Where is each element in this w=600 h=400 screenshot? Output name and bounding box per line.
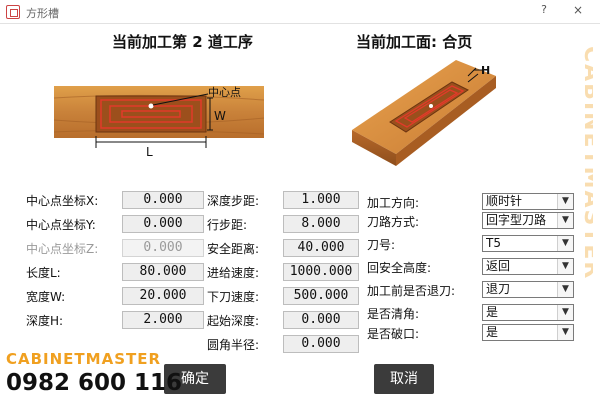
safe-distance-input[interactable]: 40.000	[283, 239, 359, 257]
title-bar: 方形槽 ? ×	[0, 0, 600, 24]
center-y-input[interactable]: 0.000	[122, 215, 204, 233]
tool-path-label: 刀路方式:	[367, 215, 420, 229]
depth-input[interactable]: 2.000	[122, 311, 204, 329]
tool-number-label: 刀号:	[367, 238, 396, 252]
length-input[interactable]: 80.000	[122, 263, 204, 281]
depth-step-input[interactable]: 1.000	[283, 191, 359, 209]
center-x-label: 中心点坐标X:	[26, 194, 99, 208]
row-step-input[interactable]: 8.000	[283, 215, 359, 233]
corner-radius-input[interactable]: 0.000	[283, 335, 359, 353]
retract-label: 加工前是否退刀:	[367, 284, 456, 298]
width-label: 宽度W:	[26, 290, 66, 304]
width-dimension-label: W	[214, 109, 226, 123]
plunge-speed-input[interactable]: 500.000	[283, 287, 359, 305]
vertical-brand-watermark: CABINETMASTER	[563, 36, 600, 336]
break-edge-label: 是否破口:	[367, 327, 420, 341]
clear-corner-select[interactable]: 是 ▼	[482, 304, 574, 321]
return-height-select[interactable]: 返回 ▼	[482, 258, 574, 275]
brand-watermark: CABINETMASTER	[6, 350, 162, 368]
length-dimension-label: L	[146, 145, 153, 159]
tool-number-select[interactable]: T5 ▼	[482, 235, 574, 252]
help-button[interactable]: ?	[536, 3, 552, 19]
plunge-speed-label: 下刀速度:	[207, 290, 260, 304]
cancel-button[interactable]: 取消	[374, 364, 434, 394]
break-edge-select[interactable]: 是 ▼	[482, 324, 574, 341]
feed-speed-input[interactable]: 1000.000	[283, 263, 359, 281]
return-height-value: 返回	[486, 259, 511, 273]
depth-step-label: 深度步距:	[207, 194, 260, 208]
row-step-label: 行步距:	[207, 218, 248, 232]
direction-select[interactable]: 顺时针 ▼	[482, 193, 574, 210]
direction-value: 顺时针	[486, 194, 523, 208]
slot-3d-view-diagram: H	[306, 58, 562, 170]
center-point-label: 中心点	[208, 86, 241, 99]
height-dimension-label: H	[481, 64, 490, 77]
return-height-label: 回安全高度:	[367, 261, 432, 275]
start-depth-label: 起始深度:	[207, 314, 260, 328]
tool-path-select[interactable]: 回字型刀路 ▼	[482, 212, 574, 229]
direction-label: 加工方向:	[367, 196, 420, 210]
current-face-heading: 当前加工面: 合页	[356, 33, 473, 51]
corner-radius-label: 圆角半径:	[207, 338, 260, 352]
retract-select[interactable]: 退刀 ▼	[482, 281, 574, 298]
window-title: 方形槽	[26, 7, 59, 20]
clear-corner-label: 是否清角:	[367, 307, 420, 321]
center-x-input[interactable]: 0.000	[122, 191, 204, 209]
close-button[interactable]: ×	[568, 3, 588, 19]
tool-number-value: T5	[486, 236, 501, 250]
depth-label: 深度H:	[26, 314, 64, 328]
phone-watermark: 0982 600 116	[6, 370, 183, 396]
current-step-heading: 当前加工第 2 道工序	[112, 33, 253, 51]
vertical-brand-text: CABINETMASTER	[579, 46, 593, 280]
center-y-label: 中心点坐标Y:	[26, 218, 96, 232]
break-edge-value: 是	[486, 325, 499, 339]
center-z-input: 0.000	[122, 239, 204, 257]
clear-corner-value: 是	[486, 305, 499, 319]
tool-path-value: 回字型刀路	[486, 213, 547, 227]
feed-speed-label: 进给速度:	[207, 266, 260, 280]
start-depth-input[interactable]: 0.000	[283, 311, 359, 329]
retract-value: 退刀	[486, 282, 511, 296]
width-input[interactable]: 20.000	[122, 287, 204, 305]
window-app-icon	[6, 5, 20, 19]
safe-distance-label: 安全距离:	[207, 242, 260, 256]
center-z-label: 中心点坐标Z:	[26, 242, 99, 256]
slot-top-view-diagram: 中心点 W L	[28, 58, 290, 170]
length-label: 长度L:	[26, 266, 61, 280]
